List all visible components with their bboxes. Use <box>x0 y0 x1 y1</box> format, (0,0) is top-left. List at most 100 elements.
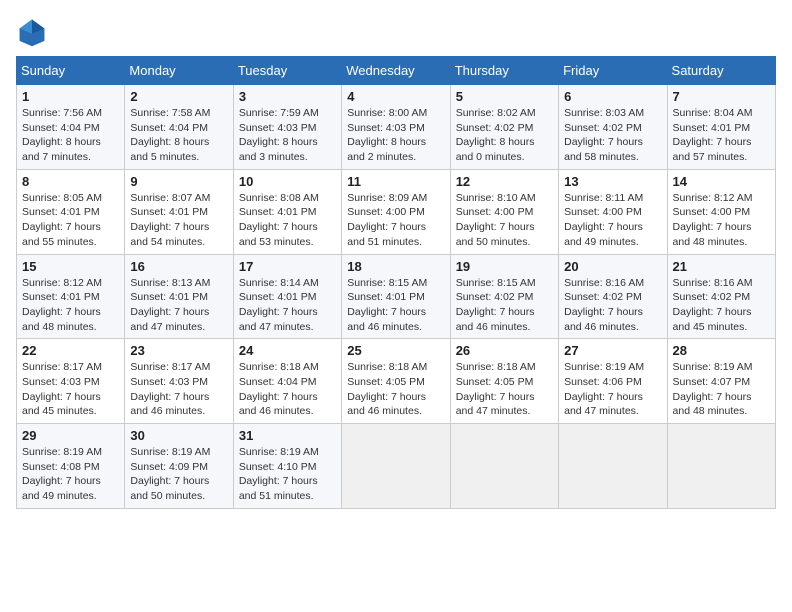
day-number: 30 <box>130 428 227 443</box>
day-info: Sunrise: 8:07 AMSunset: 4:01 PMDaylight:… <box>130 191 227 250</box>
day-info: Sunrise: 8:19 AMSunset: 4:06 PMDaylight:… <box>564 360 661 419</box>
day-number: 19 <box>456 259 553 274</box>
day-number: 26 <box>456 343 553 358</box>
day-number: 14 <box>673 174 770 189</box>
calendar-week-row: 1 Sunrise: 7:56 AMSunset: 4:04 PMDayligh… <box>17 85 776 170</box>
calendar-cell: 10 Sunrise: 8:08 AMSunset: 4:01 PMDaylig… <box>233 169 341 254</box>
day-number: 21 <box>673 259 770 274</box>
calendar-cell: 19 Sunrise: 8:15 AMSunset: 4:02 PMDaylig… <box>450 254 558 339</box>
calendar-cell: 4 Sunrise: 8:00 AMSunset: 4:03 PMDayligh… <box>342 85 450 170</box>
calendar-cell: 6 Sunrise: 8:03 AMSunset: 4:02 PMDayligh… <box>559 85 667 170</box>
calendar-header-row: SundayMondayTuesdayWednesdayThursdayFrid… <box>17 57 776 85</box>
day-number: 17 <box>239 259 336 274</box>
day-info: Sunrise: 8:04 AMSunset: 4:01 PMDaylight:… <box>673 106 770 165</box>
logo-icon <box>16 16 48 48</box>
calendar-cell: 20 Sunrise: 8:16 AMSunset: 4:02 PMDaylig… <box>559 254 667 339</box>
day-info: Sunrise: 8:00 AMSunset: 4:03 PMDaylight:… <box>347 106 444 165</box>
calendar-week-row: 29 Sunrise: 8:19 AMSunset: 4:08 PMDaylig… <box>17 424 776 509</box>
day-info: Sunrise: 8:18 AMSunset: 4:04 PMDaylight:… <box>239 360 336 419</box>
day-number: 7 <box>673 89 770 104</box>
calendar-cell: 16 Sunrise: 8:13 AMSunset: 4:01 PMDaylig… <box>125 254 233 339</box>
calendar-cell: 27 Sunrise: 8:19 AMSunset: 4:06 PMDaylig… <box>559 339 667 424</box>
day-number: 13 <box>564 174 661 189</box>
calendar-cell: 22 Sunrise: 8:17 AMSunset: 4:03 PMDaylig… <box>17 339 125 424</box>
calendar-cell <box>342 424 450 509</box>
day-number: 9 <box>130 174 227 189</box>
day-info: Sunrise: 8:10 AMSunset: 4:00 PMDaylight:… <box>456 191 553 250</box>
day-number: 4 <box>347 89 444 104</box>
day-number: 3 <box>239 89 336 104</box>
day-info: Sunrise: 8:17 AMSunset: 4:03 PMDaylight:… <box>130 360 227 419</box>
calendar-cell: 2 Sunrise: 7:58 AMSunset: 4:04 PMDayligh… <box>125 85 233 170</box>
logo <box>16 16 52 48</box>
calendar-cell: 3 Sunrise: 7:59 AMSunset: 4:03 PMDayligh… <box>233 85 341 170</box>
day-number: 11 <box>347 174 444 189</box>
calendar-cell: 14 Sunrise: 8:12 AMSunset: 4:00 PMDaylig… <box>667 169 775 254</box>
calendar-cell: 5 Sunrise: 8:02 AMSunset: 4:02 PMDayligh… <box>450 85 558 170</box>
weekday-header: Tuesday <box>233 57 341 85</box>
calendar-cell: 1 Sunrise: 7:56 AMSunset: 4:04 PMDayligh… <box>17 85 125 170</box>
day-info: Sunrise: 8:12 AMSunset: 4:00 PMDaylight:… <box>673 191 770 250</box>
day-number: 18 <box>347 259 444 274</box>
day-info: Sunrise: 8:08 AMSunset: 4:01 PMDaylight:… <box>239 191 336 250</box>
day-number: 8 <box>22 174 119 189</box>
day-info: Sunrise: 7:58 AMSunset: 4:04 PMDaylight:… <box>130 106 227 165</box>
day-number: 29 <box>22 428 119 443</box>
calendar-cell: 9 Sunrise: 8:07 AMSunset: 4:01 PMDayligh… <box>125 169 233 254</box>
calendar-cell <box>667 424 775 509</box>
calendar-cell: 11 Sunrise: 8:09 AMSunset: 4:00 PMDaylig… <box>342 169 450 254</box>
day-info: Sunrise: 8:12 AMSunset: 4:01 PMDaylight:… <box>22 276 119 335</box>
weekday-header: Wednesday <box>342 57 450 85</box>
page-header <box>16 16 776 48</box>
calendar-cell: 26 Sunrise: 8:18 AMSunset: 4:05 PMDaylig… <box>450 339 558 424</box>
day-number: 22 <box>22 343 119 358</box>
day-info: Sunrise: 8:09 AMSunset: 4:00 PMDaylight:… <box>347 191 444 250</box>
weekday-header: Monday <box>125 57 233 85</box>
day-info: Sunrise: 8:18 AMSunset: 4:05 PMDaylight:… <box>456 360 553 419</box>
day-number: 10 <box>239 174 336 189</box>
calendar-cell: 23 Sunrise: 8:17 AMSunset: 4:03 PMDaylig… <box>125 339 233 424</box>
day-info: Sunrise: 8:03 AMSunset: 4:02 PMDaylight:… <box>564 106 661 165</box>
day-number: 2 <box>130 89 227 104</box>
calendar-cell: 17 Sunrise: 8:14 AMSunset: 4:01 PMDaylig… <box>233 254 341 339</box>
calendar-cell: 29 Sunrise: 8:19 AMSunset: 4:08 PMDaylig… <box>17 424 125 509</box>
calendar-cell: 30 Sunrise: 8:19 AMSunset: 4:09 PMDaylig… <box>125 424 233 509</box>
day-number: 24 <box>239 343 336 358</box>
day-info: Sunrise: 8:16 AMSunset: 4:02 PMDaylight:… <box>564 276 661 335</box>
day-number: 15 <box>22 259 119 274</box>
day-info: Sunrise: 8:19 AMSunset: 4:10 PMDaylight:… <box>239 445 336 504</box>
day-number: 23 <box>130 343 227 358</box>
weekday-header: Saturday <box>667 57 775 85</box>
day-info: Sunrise: 8:19 AMSunset: 4:09 PMDaylight:… <box>130 445 227 504</box>
calendar-week-row: 8 Sunrise: 8:05 AMSunset: 4:01 PMDayligh… <box>17 169 776 254</box>
day-info: Sunrise: 8:02 AMSunset: 4:02 PMDaylight:… <box>456 106 553 165</box>
calendar-week-row: 15 Sunrise: 8:12 AMSunset: 4:01 PMDaylig… <box>17 254 776 339</box>
calendar-cell: 12 Sunrise: 8:10 AMSunset: 4:00 PMDaylig… <box>450 169 558 254</box>
calendar-cell: 13 Sunrise: 8:11 AMSunset: 4:00 PMDaylig… <box>559 169 667 254</box>
calendar-cell: 18 Sunrise: 8:15 AMSunset: 4:01 PMDaylig… <box>342 254 450 339</box>
day-info: Sunrise: 8:15 AMSunset: 4:02 PMDaylight:… <box>456 276 553 335</box>
day-info: Sunrise: 8:19 AMSunset: 4:08 PMDaylight:… <box>22 445 119 504</box>
calendar-cell: 25 Sunrise: 8:18 AMSunset: 4:05 PMDaylig… <box>342 339 450 424</box>
day-info: Sunrise: 8:18 AMSunset: 4:05 PMDaylight:… <box>347 360 444 419</box>
calendar-cell: 24 Sunrise: 8:18 AMSunset: 4:04 PMDaylig… <box>233 339 341 424</box>
day-number: 6 <box>564 89 661 104</box>
day-info: Sunrise: 8:16 AMSunset: 4:02 PMDaylight:… <box>673 276 770 335</box>
day-number: 27 <box>564 343 661 358</box>
day-info: Sunrise: 7:56 AMSunset: 4:04 PMDaylight:… <box>22 106 119 165</box>
calendar-table: SundayMondayTuesdayWednesdayThursdayFrid… <box>16 56 776 509</box>
calendar-cell: 28 Sunrise: 8:19 AMSunset: 4:07 PMDaylig… <box>667 339 775 424</box>
day-info: Sunrise: 8:19 AMSunset: 4:07 PMDaylight:… <box>673 360 770 419</box>
day-number: 1 <box>22 89 119 104</box>
day-info: Sunrise: 8:11 AMSunset: 4:00 PMDaylight:… <box>564 191 661 250</box>
day-number: 28 <box>673 343 770 358</box>
day-number: 25 <box>347 343 444 358</box>
day-number: 20 <box>564 259 661 274</box>
day-number: 16 <box>130 259 227 274</box>
calendar-cell <box>559 424 667 509</box>
calendar-cell: 21 Sunrise: 8:16 AMSunset: 4:02 PMDaylig… <box>667 254 775 339</box>
calendar-cell: 7 Sunrise: 8:04 AMSunset: 4:01 PMDayligh… <box>667 85 775 170</box>
day-number: 12 <box>456 174 553 189</box>
day-info: Sunrise: 8:14 AMSunset: 4:01 PMDaylight:… <box>239 276 336 335</box>
weekday-header: Thursday <box>450 57 558 85</box>
